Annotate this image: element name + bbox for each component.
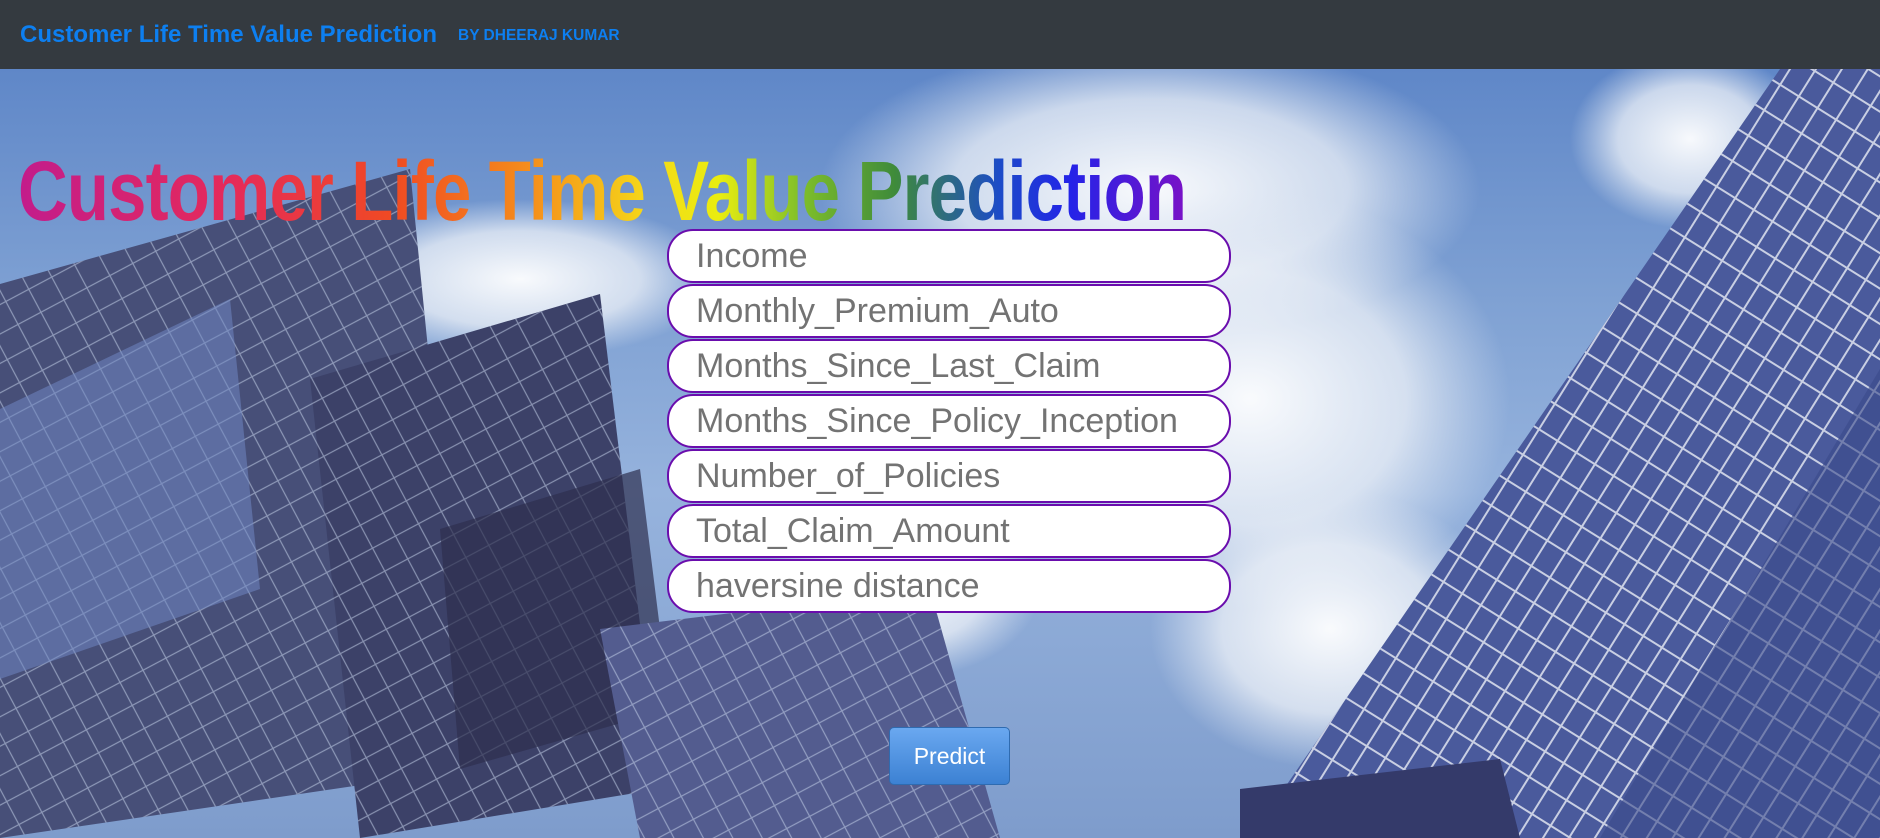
author-byline-link[interactable]: BY DHEERAJ KUMAR <box>458 27 620 45</box>
income-input[interactable] <box>667 229 1231 283</box>
monthly-premium-auto-input[interactable] <box>667 284 1231 338</box>
navbar-brand-link[interactable]: Customer Life Time Value Prediction <box>20 21 437 49</box>
predict-button[interactable]: Predict <box>889 727 1010 785</box>
months-since-policy-inception-input[interactable] <box>667 394 1231 448</box>
prediction-form <box>667 229 1231 614</box>
haversine-distance-input[interactable] <box>667 559 1231 613</box>
number-of-policies-input[interactable] <box>667 449 1231 503</box>
page-headline: Customer Life Time Value Prediction <box>18 144 1187 238</box>
total-claim-amount-input[interactable] <box>667 504 1231 558</box>
months-since-last-claim-input[interactable] <box>667 339 1231 393</box>
navbar: Customer Life Time Value Prediction BY D… <box>0 0 1880 69</box>
